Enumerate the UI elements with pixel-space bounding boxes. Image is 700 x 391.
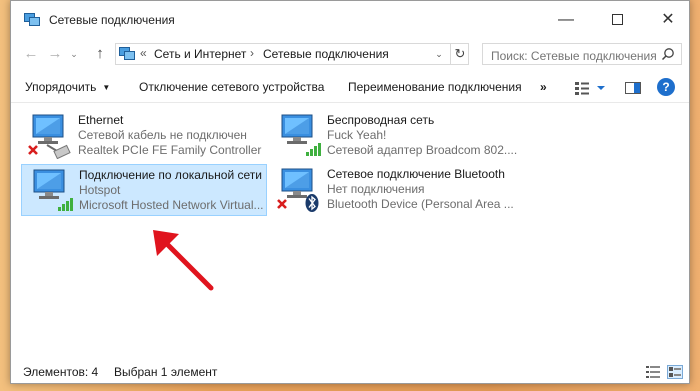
minimize-button[interactable]: — [543, 1, 589, 39]
preview-pane-icon[interactable] [624, 79, 642, 97]
breadcrumb-network-internet[interactable]: Сеть и Интернет [154, 47, 246, 61]
refresh-button[interactable]: ↻ [450, 44, 469, 64]
network-connections-icon [24, 13, 40, 26]
connection-device: Microsoft Hosted Network Virtual... [79, 198, 264, 212]
wifi-signal-icon [33, 169, 73, 211]
change-view-icon[interactable] [571, 79, 607, 97]
annotation-arrow-icon [153, 230, 214, 291]
tiles-view-icon[interactable] [667, 365, 683, 379]
connection-status: Fuck Yeah! [327, 128, 387, 142]
address-dropdown-button[interactable]: ⌄ [431, 46, 447, 62]
connection-details: Сетевое подключение Bluetooth Нет подклю… [327, 167, 517, 212]
breadcrumb-network-connections[interactable]: Сетевые подключения [263, 47, 389, 61]
connection-details: Беспроводная сеть Fuck Yeah! Сетевой ада… [327, 113, 517, 158]
organize-label: Упорядочить [25, 80, 97, 94]
forward-button[interactable]: → [45, 44, 65, 64]
connection-item-local-area[interactable]: Подключение по локальной сети Hotspot Mi… [21, 164, 267, 216]
recent-locations-button[interactable]: ⌄ [67, 44, 81, 64]
window-title: Сетевые подключения [49, 13, 175, 27]
connection-status: Сетевой кабель не подключен [78, 128, 247, 142]
connection-name: Сетевое подключение Bluetooth [327, 167, 505, 181]
maximize-button[interactable] [594, 1, 640, 39]
back-button[interactable]: ← [21, 44, 41, 64]
explorer-window: Сетевые подключения — ✕ ← → ⌄ ↑ « Сеть и… [10, 0, 690, 384]
connection-status: Hotspot [79, 183, 121, 197]
connection-device: Сетевой адаптер Broadcom 802.... [327, 143, 517, 157]
rename-connection-button[interactable]: Переименование подключения [348, 80, 522, 94]
close-button[interactable]: ✕ [645, 1, 691, 39]
connection-item-ethernet[interactable]: Ethernet Сетевой кабель не подключен Rea… [21, 110, 267, 162]
connection-name: Подключение по локальной сети [79, 168, 262, 182]
wifi-signal-icon [281, 114, 321, 156]
network-connections-icon [119, 47, 135, 60]
connection-device: Bluetooth Device (Personal Area ... [327, 197, 514, 211]
connection-name: Беспроводная сеть [327, 113, 435, 127]
more-commands-button[interactable]: » [540, 80, 547, 94]
navigation-bar: ← → ⌄ ↑ « Сеть и Интернет › Сетевые подк… [11, 39, 689, 69]
title-bar: Сетевые подключения — ✕ [11, 1, 689, 39]
item-count: Элементов: 4 [23, 365, 99, 379]
breadcrumb-separator[interactable]: › [250, 46, 254, 60]
address-bar[interactable]: « Сеть и Интернет › Сетевые подключения … [115, 43, 469, 65]
organize-button[interactable]: Упорядочить ▼ [25, 80, 110, 94]
connections-view: Ethernet Сетевой кабель не подключен Rea… [11, 104, 689, 355]
bluetooth-icon [277, 168, 319, 212]
details-view-icon[interactable] [645, 365, 661, 379]
maximize-icon [611, 14, 623, 26]
help-button[interactable]: ? [657, 78, 675, 96]
connection-status: Нет подключения [327, 182, 425, 196]
selection-count: Выбран 1 элемент [114, 365, 218, 379]
connection-details: Подключение по локальной сети Hotspot Mi… [79, 168, 269, 213]
connection-item-bluetooth[interactable]: Сетевое подключение Bluetooth Нет подклю… [270, 164, 516, 216]
breadcrumb-overflow[interactable]: « [140, 46, 147, 60]
connection-name: Ethernet [78, 113, 124, 127]
connection-item-wireless[interactable]: Беспроводная сеть Fuck Yeah! Сетевой ада… [270, 110, 517, 162]
connection-device: Realtek PCIe FE Family Controller [78, 143, 262, 157]
chevron-down-icon: ▼ [102, 83, 111, 92]
disable-device-button[interactable]: Отключение сетевого устройства [139, 80, 324, 94]
command-bar: Упорядочить ▼ Отключение сетевого устройс… [11, 73, 689, 103]
status-bar: Элементов: 4 Выбран 1 элемент [11, 359, 689, 385]
search-input[interactable] [482, 43, 682, 65]
search-icon[interactable] [661, 47, 675, 61]
connection-details: Ethernet Сетевой кабель не подключен Rea… [78, 113, 268, 158]
up-button[interactable]: ↑ [90, 44, 110, 64]
ethernet-cable-icon [28, 114, 71, 159]
